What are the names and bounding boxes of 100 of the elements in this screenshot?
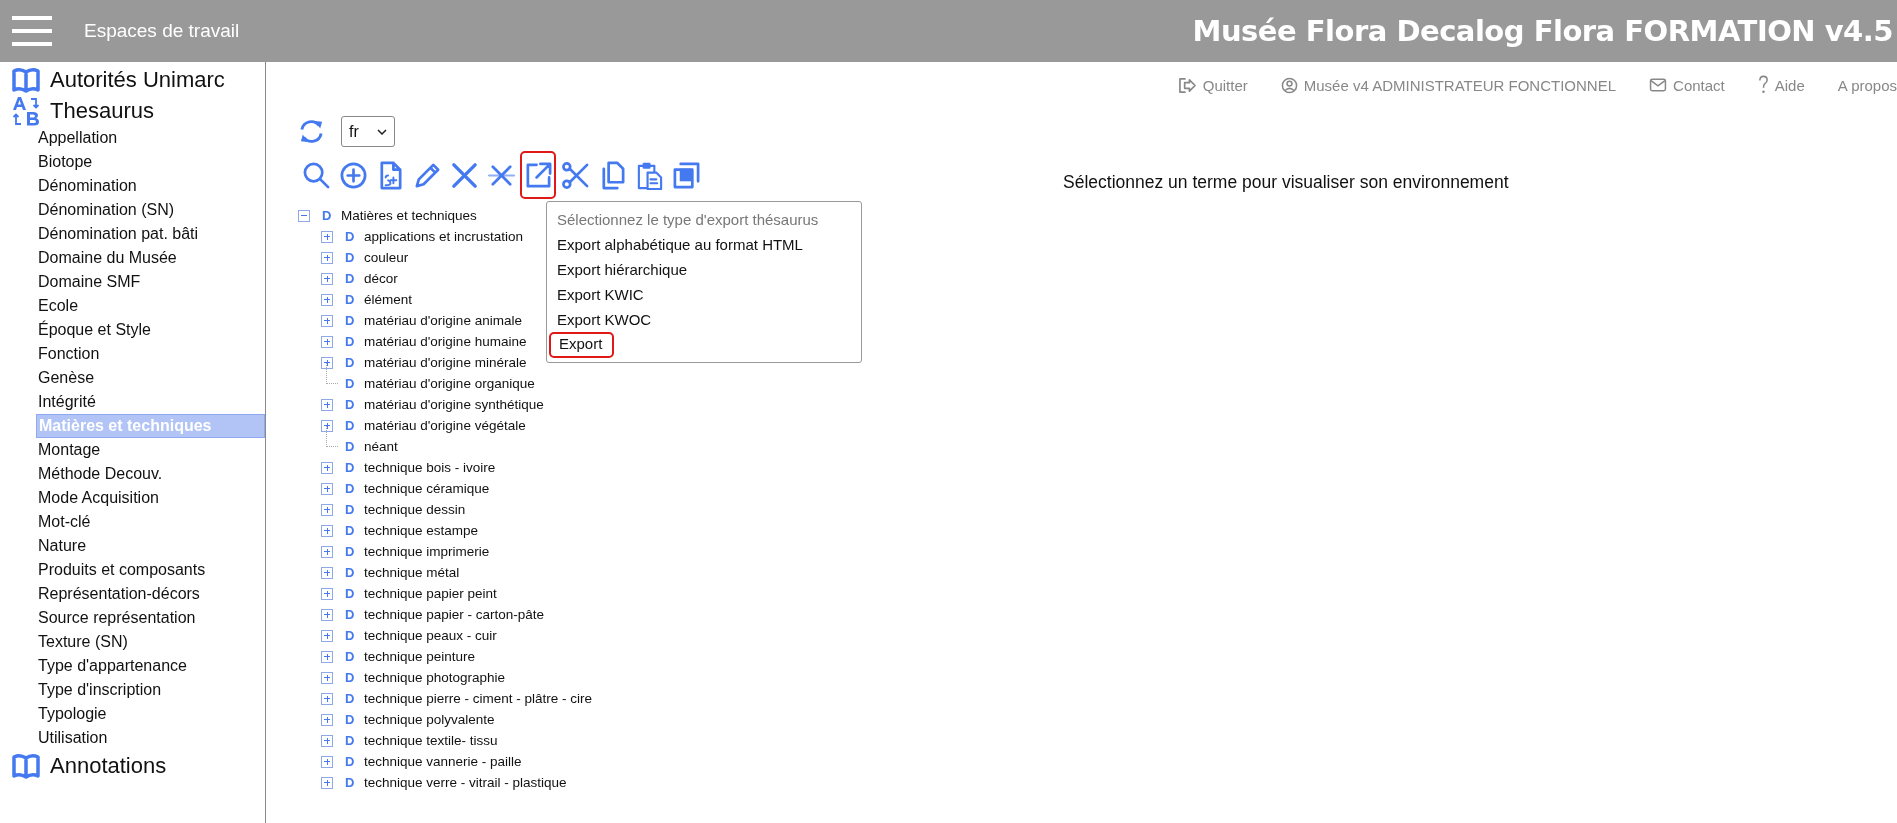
tree-item[interactable]: technique dessin xyxy=(364,502,466,517)
tree-item[interactable]: technique peaux - cuir xyxy=(364,628,497,643)
tree-item[interactable]: technique photographie xyxy=(364,670,506,685)
menu-item[interactable]: Export xyxy=(549,332,615,358)
thesaurus-item[interactable]: Représentation-décors xyxy=(36,582,265,606)
tree-item[interactable]: technique papier - carton-pâte xyxy=(364,607,545,622)
tree-item[interactable]: élément xyxy=(364,292,413,307)
tree-item[interactable]: matériau d'origine synthétique xyxy=(364,397,544,412)
thesaurus-item[interactable]: Type d'appartenance xyxy=(36,654,265,678)
toolbar-button[interactable] xyxy=(520,151,556,199)
thesaurus-item[interactable]: Type d'inscription xyxy=(36,678,265,702)
expand-toggle[interactable] xyxy=(321,335,333,348)
tree-item[interactable]: couleur xyxy=(364,250,409,265)
expand-toggle[interactable] xyxy=(321,230,333,243)
expand-toggle[interactable] xyxy=(321,755,333,768)
tree-item[interactable]: technique imprimerie xyxy=(364,544,490,559)
tree-item[interactable]: matériau d'origine animale xyxy=(364,313,522,328)
tree-item[interactable]: technique estampe xyxy=(364,523,479,538)
tree-item[interactable]: technique verre - vitrail - plastique xyxy=(364,775,567,790)
thesaurus-item[interactable]: Texture (SN) xyxy=(36,630,265,654)
tree-item[interactable]: technique céramique xyxy=(364,481,490,496)
expand-toggle[interactable] xyxy=(321,482,333,495)
menu-item[interactable]: Export alphabétique au format HTML xyxy=(547,232,861,257)
section-title[interactable]: Autorités Unimarc xyxy=(50,66,225,93)
tree-item[interactable]: applications et incrustation xyxy=(364,229,524,244)
top-link[interactable]: Aide xyxy=(1757,75,1805,95)
expand-toggle[interactable] xyxy=(321,608,333,621)
expand-toggle[interactable] xyxy=(321,419,333,432)
menu-item[interactable]: Export KWIC xyxy=(547,282,861,307)
expand-toggle[interactable] xyxy=(321,461,333,474)
expand-toggle[interactable] xyxy=(321,587,333,600)
expand-toggle[interactable] xyxy=(321,398,333,411)
type-letter: D xyxy=(345,460,355,475)
thesaurus-item[interactable]: Nature xyxy=(36,534,265,558)
thesaurus-item[interactable]: Époque et Style xyxy=(36,318,265,342)
collapse-toggle[interactable] xyxy=(298,209,310,222)
expand-toggle[interactable] xyxy=(321,776,333,789)
type-letter: D xyxy=(345,355,355,370)
thesaurus-item[interactable]: Dénomination pat. bâti xyxy=(36,222,265,246)
menu-item[interactable]: Export hiérarchique xyxy=(547,257,861,282)
tree-item[interactable]: décor xyxy=(364,271,398,286)
expand-toggle[interactable] xyxy=(321,272,333,285)
menu-icon[interactable] xyxy=(12,16,52,46)
tree-item[interactable]: matériau d'origine végétale xyxy=(364,418,526,433)
thesaurus-item[interactable]: Appellation xyxy=(36,126,265,150)
thesaurus-item[interactable]: Dénomination (SN) xyxy=(36,198,265,222)
thesaurus-item[interactable]: Mode Acquisition xyxy=(36,486,265,510)
top-link[interactable]: Quitter xyxy=(1177,76,1248,94)
top-link[interactable]: A propos xyxy=(1837,76,1897,94)
expand-toggle[interactable] xyxy=(321,713,333,726)
thesaurus-item[interactable]: Ecole xyxy=(36,294,265,318)
expand-toggle[interactable] xyxy=(321,293,333,306)
expand-toggle[interactable] xyxy=(321,314,333,327)
thesaurus-item[interactable]: Montage xyxy=(36,438,265,462)
thesaurus-item[interactable]: Intégrité xyxy=(36,390,265,414)
thesaurus-item[interactable]: Domaine du Musée xyxy=(36,246,265,270)
tree-item[interactable]: Matières et techniques xyxy=(341,208,477,223)
tree-item[interactable]: technique pierre - ciment - plâtre - cire xyxy=(364,691,593,706)
expand-toggle[interactable] xyxy=(321,251,333,264)
thesaurus-item[interactable]: Dénomination xyxy=(36,174,265,198)
tree-item[interactable]: matériau d'origine organique xyxy=(364,376,535,391)
tree-item[interactable]: technique polyvalente xyxy=(364,712,495,727)
tree-item[interactable]: technique vannerie - paille xyxy=(364,754,522,769)
top-link[interactable]: Contact xyxy=(1649,76,1725,94)
tree-item[interactable]: matériau d'origine humaine xyxy=(364,334,527,349)
menu-item[interactable]: Export KWOC xyxy=(547,307,861,332)
expand-toggle[interactable] xyxy=(321,650,333,663)
language-select[interactable]: fr xyxy=(341,116,395,147)
tree-item[interactable]: technique métal xyxy=(364,565,460,580)
section-title[interactable]: Annotations xyxy=(50,752,167,779)
type-letter: D xyxy=(345,376,355,391)
expand-toggle[interactable] xyxy=(321,524,333,537)
expand-toggle[interactable] xyxy=(321,503,333,516)
top-link[interactable]: Musée v4 ADMINISTRATEUR FONCTIONNEL xyxy=(1280,76,1617,94)
thesaurus-item[interactable]: Fonction xyxy=(36,342,265,366)
refresh-icon[interactable] xyxy=(298,118,325,145)
thesaurus-item[interactable]: Typologie xyxy=(36,702,265,726)
thesaurus-item[interactable]: Utilisation xyxy=(36,726,265,750)
tree-item[interactable]: néant xyxy=(364,439,398,454)
expand-toggle[interactable] xyxy=(321,692,333,705)
tree-item[interactable]: technique bois - ivoire xyxy=(364,460,496,475)
thesaurus-item[interactable]: Biotope xyxy=(36,150,265,174)
tree-item[interactable]: matériau d'origine minérale xyxy=(364,355,527,370)
thesaurus-item[interactable]: Mot-clé xyxy=(36,510,265,534)
expand-toggle[interactable] xyxy=(321,545,333,558)
expand-toggle[interactable] xyxy=(321,671,333,684)
tree-item[interactable]: technique textile- tissu xyxy=(364,733,498,748)
expand-toggle[interactable] xyxy=(321,734,333,747)
expand-toggle[interactable] xyxy=(321,566,333,579)
thesaurus-item[interactable]: Méthode Decouv. xyxy=(36,462,265,486)
section-title[interactable]: Thesaurus xyxy=(50,97,154,124)
thesaurus-item[interactable]: Produits et composants xyxy=(36,558,265,582)
tree-item[interactable]: technique peinture xyxy=(364,649,476,664)
thesaurus-item[interactable]: Domaine SMF xyxy=(36,270,265,294)
thesaurus-item[interactable]: Genèse xyxy=(36,366,265,390)
tree-item[interactable]: technique papier peint xyxy=(364,586,497,601)
expand-toggle[interactable] xyxy=(321,356,333,369)
expand-toggle[interactable] xyxy=(321,629,333,642)
stacked-squares-icon xyxy=(671,160,701,190)
thesaurus-item[interactable]: Source représentation xyxy=(36,606,265,630)
